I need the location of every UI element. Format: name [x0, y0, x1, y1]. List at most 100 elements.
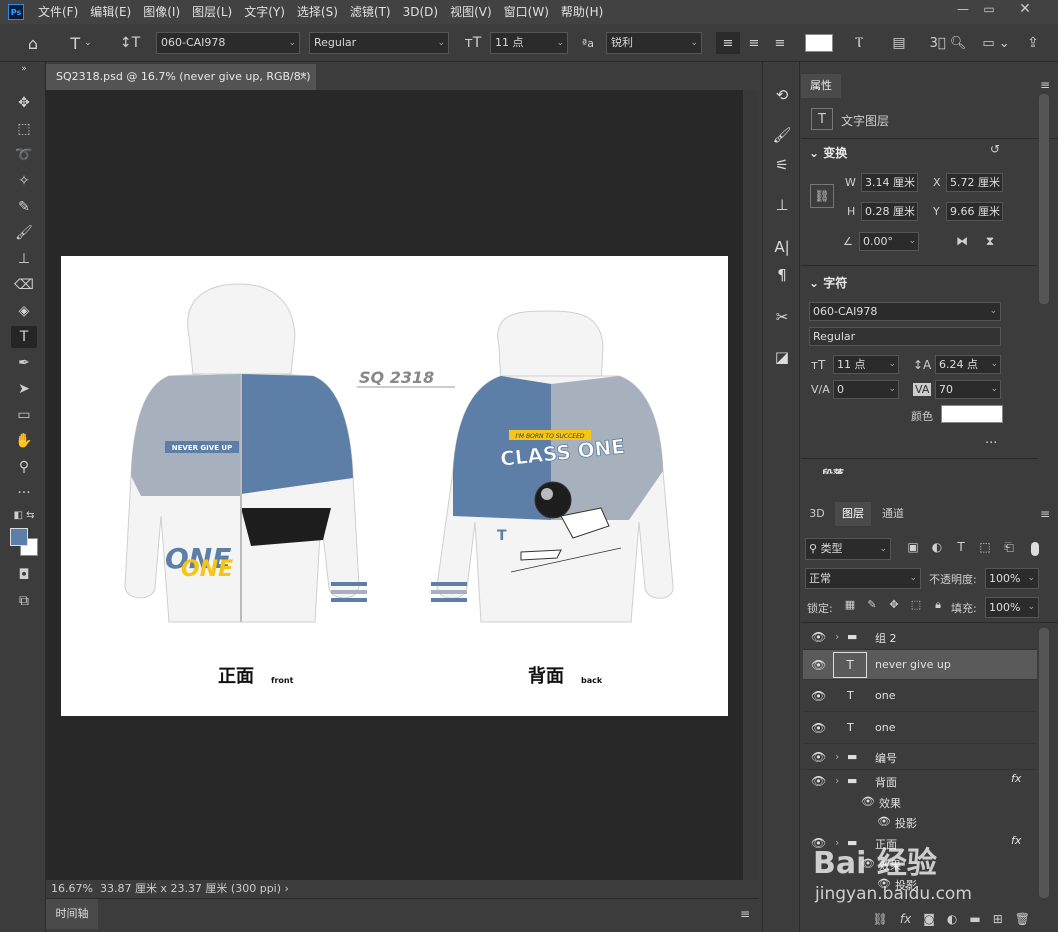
3d-text-search-icon[interactable]: 3⃝ 🔍︎ [928, 32, 968, 54]
y-field[interactable]: 9.66 厘米 [946, 202, 1003, 221]
clone-source-icon[interactable]: ⊥ [769, 192, 795, 218]
props-scrollbar[interactable] [1039, 94, 1049, 304]
opacity-field[interactable]: 100% ⌄ [985, 568, 1039, 589]
tab-layers[interactable]: 图层 [835, 502, 871, 526]
hand-tool-icon[interactable]: ✋ [11, 430, 37, 452]
chevron-right-icon[interactable]: › [285, 882, 289, 895]
menu-layer[interactable]: 图层(L) [186, 0, 238, 24]
link-icon[interactable]: ⛓ [810, 184, 834, 208]
fx-icon[interactable]: fx [1011, 772, 1021, 785]
reset-icon[interactable]: ↺ [987, 142, 1003, 156]
toggle-orientation-icon[interactable]: ↕T [120, 32, 140, 54]
path-select-icon[interactable]: ➤ [11, 378, 37, 400]
eye-icon[interactable]: 👁︎ [811, 750, 826, 764]
character-section[interactable]: ⌄ 字符 [801, 274, 1058, 291]
layer-filter-dropdown[interactable]: ⚲ 类型 ⌄ [805, 538, 891, 560]
char-font-family[interactable]: 060-CAI978 ⌄ [809, 302, 1001, 321]
eye-icon[interactable]: 👁︎ [811, 774, 826, 788]
menu-select[interactable]: 选择(S) [291, 0, 344, 24]
lasso-tool-icon[interactable]: ➰ [11, 144, 37, 166]
eye-icon[interactable]: 👁︎ [877, 815, 891, 828]
menu-image[interactable]: 图像(I) [137, 0, 186, 24]
layer-row[interactable]: 👁︎ › ▬ 背面 fx [803, 770, 1037, 792]
warp-text-icon[interactable]: Ⲧ [848, 32, 870, 54]
lock-artboard-icon[interactable]: ⬚ [909, 598, 923, 611]
filter-adjustment-icon[interactable]: ◐ [929, 540, 945, 554]
properties-tab[interactable]: 属性 [801, 74, 841, 98]
char-color-swatch[interactable] [941, 405, 1003, 423]
width-field[interactable]: 3.14 厘米 [861, 173, 918, 192]
chevron-right-icon[interactable]: › [835, 630, 839, 643]
angle-field[interactable]: 0.00° ⌄ [859, 232, 919, 251]
move-tool-icon[interactable]: ✥ [11, 92, 37, 114]
document-tab[interactable]: SQ2318.psd @ 16.7% (never give up, RGB/8… [46, 64, 316, 90]
lock-pixels-icon[interactable]: ✎ [865, 598, 879, 611]
navigator-icon[interactable]: ◪ [769, 344, 795, 370]
more-tools-icon[interactable]: ··· [11, 482, 37, 504]
char-size-field[interactable]: 11 点 ⌄ [833, 355, 899, 374]
char-tracking-field[interactable]: 70 ⌄ [935, 380, 1001, 399]
text-color-swatch[interactable] [805, 34, 833, 52]
menu-file[interactable]: 文件(F) [32, 0, 84, 24]
eye-icon[interactable]: 👁︎ [811, 630, 826, 644]
foreground-color[interactable] [10, 528, 28, 546]
close-icon[interactable]: × [299, 64, 308, 90]
history-icon[interactable]: ⟲ [769, 82, 795, 108]
stamp-tool-icon[interactable]: ⊥ [11, 248, 37, 270]
fx-icon[interactable]: fx [900, 912, 911, 926]
adjustments-icon[interactable]: ⚟ [769, 152, 795, 178]
blend-mode-dropdown[interactable]: 正常 ⌄ [805, 568, 921, 589]
panel-menu-icon[interactable]: ≡ [1038, 507, 1052, 521]
eye-icon[interactable]: 👁︎ [811, 721, 826, 735]
layer-row[interactable]: 👁︎ T one [803, 712, 1037, 744]
fill-field[interactable]: 100% ⌄ [985, 597, 1039, 618]
paint-bucket-icon[interactable]: ◈ [11, 300, 37, 322]
paragraph-section[interactable]: ⌄ 段落 [801, 466, 1058, 474]
layer-row-selected[interactable]: 👁︎ T never give up [803, 650, 1037, 680]
effect-row[interactable]: 👁︎ 投影 [803, 812, 1037, 832]
collapse-icon[interactable]: » [11, 64, 37, 74]
eye-icon[interactable]: 👁︎ [861, 795, 875, 808]
swap-colors-icon[interactable]: ◧ ⇆ [11, 508, 37, 522]
link-layers-icon[interactable]: ⛓ [873, 912, 888, 926]
fx-icon[interactable]: fx [1011, 834, 1021, 847]
character-panel-icon[interactable]: ▤ [888, 32, 910, 54]
timeline-tab[interactable]: 时间轴 [46, 899, 98, 929]
menu-3d[interactable]: 3D(D) [397, 0, 444, 24]
brush-tool-icon[interactable]: 🖌︎ [11, 222, 37, 244]
flip-horizontal-icon[interactable]: ⧓ [953, 232, 971, 250]
tab-channels[interactable]: 通道 [875, 502, 911, 526]
font-style-dropdown[interactable]: Regular ⌄ [309, 32, 449, 54]
eyedropper-icon[interactable]: ✎ [11, 196, 37, 218]
type-tool-preset-icon[interactable]: T ⌄ [66, 32, 96, 54]
rectangle-tool-icon[interactable]: ▭ [11, 404, 37, 426]
lock-all-icon[interactable]: 🔒︎ [931, 598, 945, 612]
layers-scrollbar[interactable] [1039, 628, 1049, 898]
menu-help[interactable]: 帮助(H) [555, 0, 609, 24]
pen-tool-icon[interactable]: ✒ [11, 352, 37, 374]
character-icon[interactable]: A| [769, 234, 795, 260]
align-left-icon[interactable]: ≡ [716, 32, 740, 54]
vertical-scrollbar[interactable] [743, 90, 759, 880]
quick-mask-icon[interactable]: ◘ [11, 564, 37, 586]
menu-view[interactable]: 视图(V) [444, 0, 498, 24]
tools-preset-icon[interactable]: ✂ [769, 304, 795, 330]
layer-row[interactable]: 👁︎ › ▬ 编号 [803, 744, 1037, 770]
layer-row[interactable]: 👁︎ › ▬ 组 2 [803, 622, 1037, 650]
filter-toggle[interactable] [1031, 542, 1039, 556]
filter-pixel-icon[interactable]: ▣ [905, 540, 921, 554]
x-field[interactable]: 5.72 厘米 [946, 173, 1003, 192]
panel-menu-icon[interactable]: ≡ [737, 907, 753, 921]
antialias-dropdown[interactable]: 锐利 ⌄ [606, 32, 702, 54]
zoom-level[interactable]: 16.67% [51, 882, 93, 895]
lock-position-icon[interactable]: ✥ [887, 598, 901, 611]
home-icon[interactable]: ⌂ [22, 32, 44, 54]
new-layer-icon[interactable]: ⊞ [993, 912, 1003, 926]
filter-type-icon[interactable]: T [953, 540, 969, 554]
filter-smart-icon[interactable]: ⎗ [1001, 540, 1017, 555]
paragraph-icon[interactable]: ¶ [769, 262, 795, 288]
marquee-tool-icon[interactable]: ⬚ [11, 118, 37, 140]
app-logo[interactable]: Ps [8, 4, 24, 20]
type-tool-icon[interactable]: T [11, 326, 37, 348]
menu-filter[interactable]: 滤镜(T) [344, 0, 397, 24]
